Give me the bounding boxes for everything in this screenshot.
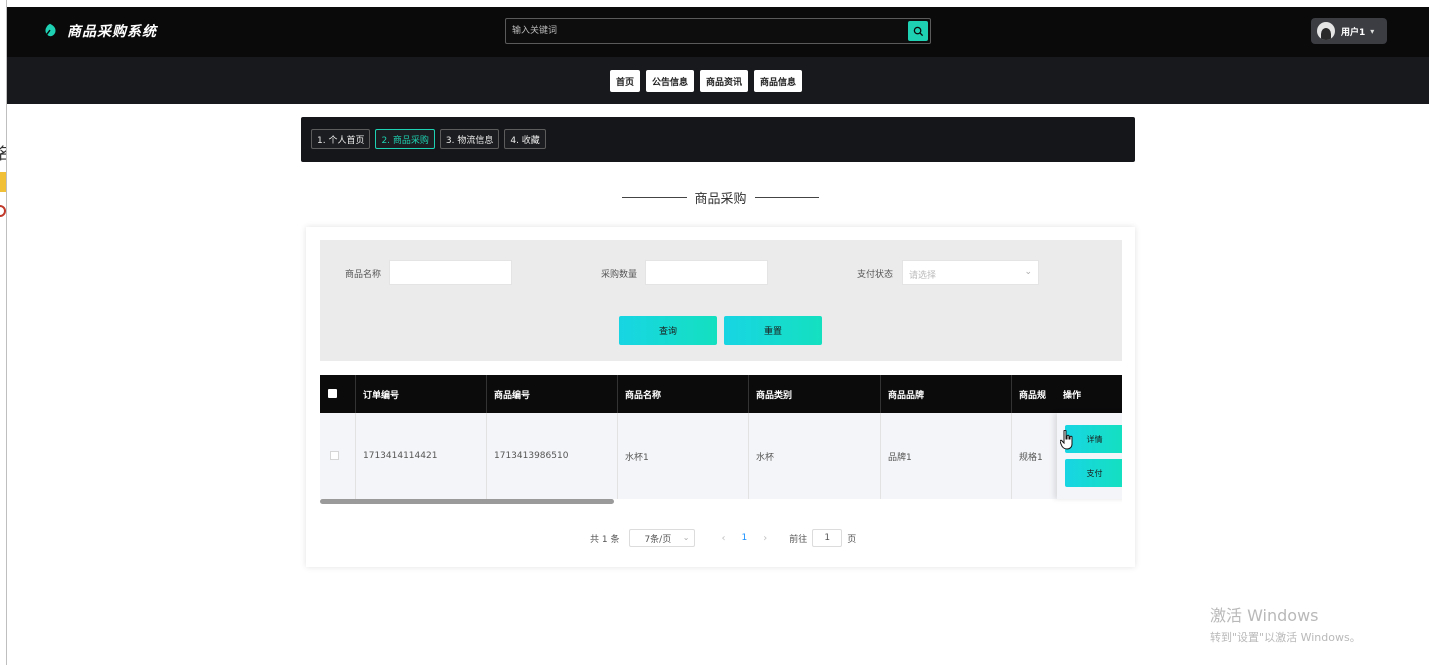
tab-logistics[interactable]: 3. 物流信息 bbox=[439, 129, 500, 149]
watermark-title: 激活 Windows bbox=[1210, 606, 1319, 625]
background-folder-icon bbox=[0, 172, 6, 192]
col-operation: 操作 bbox=[1057, 375, 1122, 413]
quantity-label: 采购数量 bbox=[601, 270, 638, 280]
col-order-no[interactable]: 订单编号 bbox=[356, 375, 487, 413]
divider bbox=[622, 197, 687, 198]
goto-page-input[interactable]: 1 bbox=[812, 529, 843, 547]
select-all-cell bbox=[320, 375, 356, 413]
top-header: 商品采购系统 用户1 ▾ bbox=[7, 7, 1429, 57]
operation-cell: 详情 支付 bbox=[1057, 413, 1122, 499]
tab-purchase[interactable]: 2. 商品采购 bbox=[375, 129, 435, 149]
user-menu-button[interactable]: 用户1 ▾ bbox=[1311, 18, 1387, 44]
background-window-edge: 名 bbox=[0, 0, 7, 665]
table-header: 订单编号 商品编号 商品名称 商品类别 商品品牌 商品规 bbox=[320, 375, 1122, 413]
goto-suffix: 页 bbox=[847, 534, 857, 545]
nav-item-home[interactable]: 首页 bbox=[610, 70, 641, 92]
col-product-no[interactable]: 商品编号 bbox=[487, 375, 618, 413]
search-box bbox=[505, 18, 931, 44]
hand-cursor-icon bbox=[1060, 430, 1073, 450]
tab-favorites[interactable]: 4. 收藏 bbox=[504, 129, 546, 149]
watermark-subtitle: 转到"设置"以激活 Windows。 bbox=[1210, 631, 1361, 644]
logo[interactable]: 商品采购系统 bbox=[41, 21, 157, 41]
page-size-value: 7条/页 bbox=[644, 534, 672, 545]
table-row: 1713414114421 1713413986510 水杯1 水杯 品牌1 规… bbox=[320, 413, 1122, 499]
purchase-card: 商品名称 采购数量 支付状态 请选择 ⌄ 查询 重置 订单编号 商品编号 商品名… bbox=[306, 227, 1135, 567]
next-page-icon[interactable]: › bbox=[763, 533, 767, 544]
page-number[interactable]: 1 bbox=[741, 533, 747, 543]
nav-item-news[interactable]: 商品资讯 bbox=[700, 70, 749, 92]
prev-page-icon[interactable]: ‹ bbox=[721, 533, 725, 544]
row-checkbox[interactable] bbox=[330, 451, 339, 460]
horizontal-scrollbar[interactable] bbox=[320, 499, 614, 504]
user-center-tabs: 1. 个人首页 2. 商品采购 3. 物流信息 4. 收藏 bbox=[301, 117, 1135, 162]
col-category[interactable]: 商品类别 bbox=[749, 375, 881, 413]
goto-prefix: 前往 bbox=[789, 534, 808, 545]
browser-page: 商品采购系统 用户1 ▾ 首页 公告信息 商品资讯 商品信息 bbox=[7, 0, 1429, 665]
quantity-input[interactable] bbox=[645, 260, 768, 285]
background-app-icon bbox=[0, 205, 6, 217]
pay-status-label: 支付状态 bbox=[857, 270, 894, 280]
product-name-label: 商品名称 bbox=[345, 270, 382, 280]
user-name: 用户1 bbox=[1341, 27, 1366, 38]
avatar bbox=[1317, 22, 1335, 40]
query-button[interactable]: 查询 bbox=[619, 316, 717, 345]
cell-category: 水杯 bbox=[749, 413, 881, 499]
tab-personal-home[interactable]: 1. 个人首页 bbox=[311, 129, 371, 149]
nav-items: 首页 公告信息 商品资讯 商品信息 bbox=[610, 70, 803, 92]
col-product-name[interactable]: 商品名称 bbox=[618, 375, 749, 413]
pay-status-select[interactable]: 请选择 ⌄ bbox=[902, 260, 1039, 285]
cell-order-no: 1713414114421 bbox=[356, 413, 487, 499]
app-title: 商品采购系统 bbox=[67, 24, 157, 40]
nav-item-products[interactable]: 商品信息 bbox=[754, 70, 803, 92]
main-nav: 首页 公告信息 商品资讯 商品信息 bbox=[7, 57, 1429, 104]
page-title: 商品采购 bbox=[694, 192, 747, 207]
nav-item-announcements[interactable]: 公告信息 bbox=[646, 70, 695, 92]
col-brand[interactable]: 商品品牌 bbox=[881, 375, 1012, 413]
reset-button[interactable]: 重置 bbox=[724, 316, 822, 345]
total-count: 共 1 条 bbox=[590, 534, 620, 545]
divider bbox=[754, 197, 820, 198]
chevron-down-icon: ⌄ bbox=[682, 533, 690, 542]
search-input[interactable] bbox=[512, 24, 902, 38]
search-icon bbox=[913, 26, 923, 36]
orders-table: 订单编号 商品编号 商品名称 商品类别 商品品牌 商品规 17134141144… bbox=[320, 375, 1122, 505]
cell-brand: 品牌1 bbox=[881, 413, 1012, 499]
cell-product-name: 水杯1 bbox=[618, 413, 749, 499]
select-all-checkbox[interactable] bbox=[328, 389, 337, 398]
cell-product-no: 1713413986510 bbox=[487, 413, 618, 499]
windows-activation-watermark: 激活 Windows 转到"设置"以激活 Windows。 bbox=[1210, 602, 1361, 645]
filter-panel: 商品名称 采购数量 支付状态 请选择 ⌄ 查询 重置 bbox=[320, 240, 1122, 361]
caret-down-icon: ▾ bbox=[1370, 26, 1375, 36]
chevron-down-icon: ⌄ bbox=[1024, 267, 1032, 277]
goto-page: 前往 1 页 bbox=[789, 529, 856, 547]
product-name-input[interactable] bbox=[389, 260, 512, 285]
pay-button[interactable]: 支付 bbox=[1065, 459, 1122, 487]
background-glyph: 名 bbox=[0, 140, 6, 164]
select-placeholder: 请选择 bbox=[909, 271, 937, 281]
page-size-select[interactable]: 7条/页 ⌄ bbox=[629, 529, 696, 547]
search-button[interactable] bbox=[908, 21, 928, 41]
leaf-logo-icon bbox=[44, 23, 56, 38]
pagination: 共 1 条 7条/页 ⌄ ‹ 1 › 前往 1 页 bbox=[590, 529, 856, 547]
section-title: 商品采购 bbox=[622, 188, 820, 207]
